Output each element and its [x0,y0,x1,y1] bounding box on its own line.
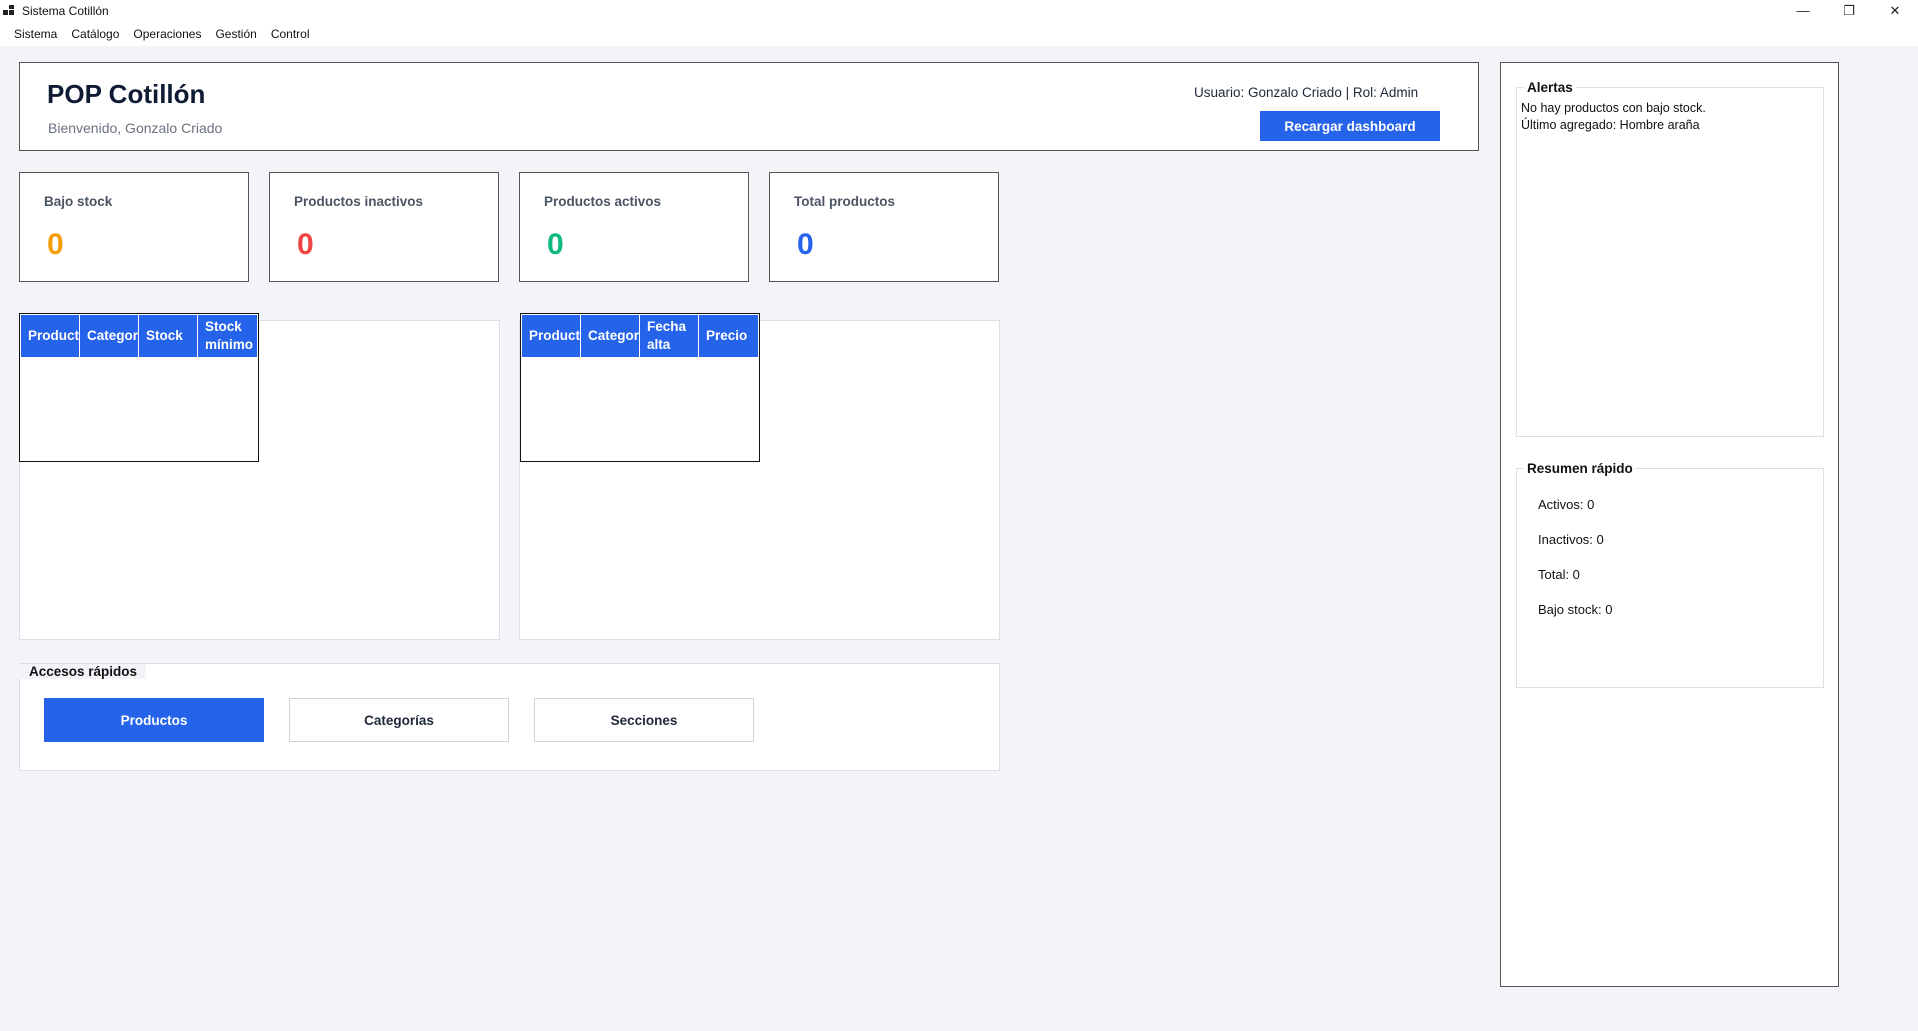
summary-title: Resumen rápido [1524,461,1636,476]
stat-label: Productos activos [544,194,662,209]
side-panel: Alertas No hay productos con bajo stock.… [1500,62,1839,987]
stat-value: 0 [797,228,814,261]
quick-access-title: Accesos rápidos [19,664,147,679]
user-info: Usuario: Gonzalo Criado | Rol: Admin [1194,85,1419,100]
reload-dashboard-button[interactable]: Recargar dashboard [1260,111,1440,141]
summary-group: Resumen rápido Activos: 0 Inactivos: 0 T… [1516,461,1824,688]
menu-control[interactable]: Control [264,25,317,43]
recent-products-grid[interactable]: Producto Categoría Fecha alta Precio [520,313,760,462]
column-header-categoria[interactable]: Categoría [581,315,640,357]
header-card: POP Cotillón Bienvenido, Gonzalo Criado … [19,62,1479,151]
stat-label: Bajo stock [44,194,113,209]
menu-gestion[interactable]: Gestión [208,25,263,43]
stat-label: Productos inactivos [294,194,424,209]
column-header-fecha-alta[interactable]: Fecha alta [640,315,699,357]
column-header-producto[interactable]: Producto [522,315,581,357]
window-title: Sistema Cotillón [22,3,109,18]
stat-value: 0 [47,228,64,261]
stat-value: 0 [547,228,564,261]
grid-header: Producto Categoría Stock Stock mínimo [21,315,257,357]
stat-card-low-stock: Bajo stock 0 [19,172,249,282]
column-header-precio[interactable]: Precio [699,315,758,357]
alerts-title: Alertas [1524,80,1576,95]
summary-activos: Activos: 0 [1538,497,1595,512]
menu-operaciones[interactable]: Operaciones [126,25,208,43]
column-header-stock-minimo[interactable]: Stock mínimo [198,315,257,357]
stat-card-inactive: Productos inactivos 0 [269,172,499,282]
summary-bajo-stock: Bajo stock: 0 [1538,602,1613,617]
low-stock-grid[interactable]: Producto Categoría Stock Stock mínimo [19,313,259,462]
app-icon [3,4,15,17]
menu-catalogo[interactable]: Catálogo [64,25,126,43]
alert-line: Último agregado: Hombre araña [1521,118,1700,132]
menu-sistema[interactable]: Sistema [7,25,64,43]
welcome-text: Bienvenido, Gonzalo Criado [48,120,223,136]
secciones-button[interactable]: Secciones [534,698,754,742]
column-header-categoria[interactable]: Categoría [80,315,139,357]
stat-card-active: Productos activos 0 [519,172,749,282]
minimize-button[interactable]: — [1780,0,1826,21]
summary-inactivos: Inactivos: 0 [1538,532,1604,547]
title-bar: Sistema Cotillón — ❐ ✕ [0,0,1918,21]
productos-button[interactable]: Productos [44,698,264,742]
categorias-button[interactable]: Categorías [289,698,509,742]
quick-access-group: Productos Categorías Secciones [19,663,1000,771]
alerts-group: Alertas No hay productos con bajo stock.… [1516,80,1824,437]
stat-card-total: Total productos 0 [769,172,999,282]
stat-value: 0 [297,228,314,261]
grid-header: Producto Categoría Fecha alta Precio [522,315,758,357]
summary-total: Total: 0 [1538,567,1580,582]
brand-title: POP Cotillón [47,79,206,109]
menu-bar: Sistema Catálogo Operaciones Gestión Con… [0,21,1918,46]
column-header-producto[interactable]: Producto [21,315,80,357]
column-header-stock[interactable]: Stock [139,315,198,357]
stat-label: Total productos [794,194,895,209]
alert-line: No hay productos con bajo stock. [1521,101,1706,115]
close-button[interactable]: ✕ [1872,0,1918,21]
restore-button[interactable]: ❐ [1826,0,1872,21]
